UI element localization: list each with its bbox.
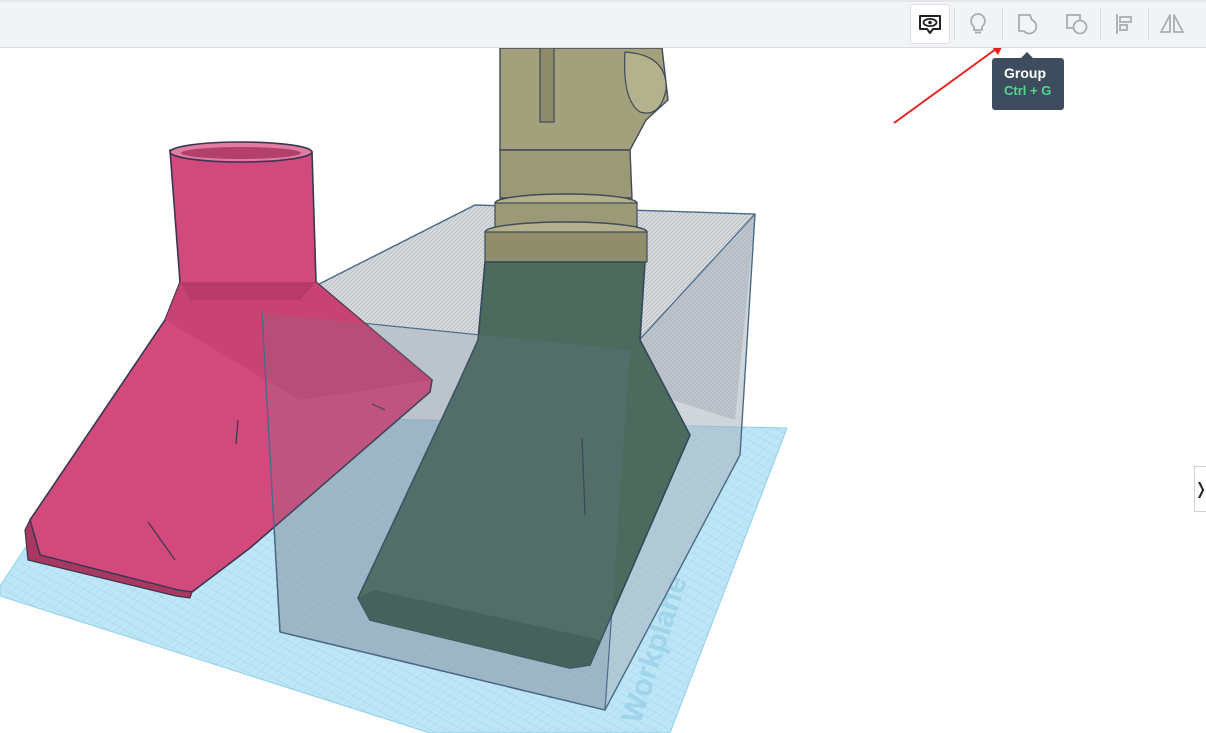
lightbulb-icon <box>970 13 986 34</box>
group-shapes-icon <box>1018 14 1038 35</box>
ungroup-button[interactable] <box>1056 4 1096 44</box>
toolbar-divider <box>1148 8 1149 40</box>
tooltip-shortcut: Ctrl + G <box>1004 83 1052 98</box>
viewport[interactable]: Workplane <box>0 48 1206 733</box>
mirror-icon <box>1160 14 1184 33</box>
show-all-button[interactable] <box>910 4 950 44</box>
chevron-right-icon: ❭ <box>1194 479 1206 499</box>
notes-button[interactable] <box>958 4 998 44</box>
align-icon <box>1116 14 1132 34</box>
eye-speech-icon <box>919 15 941 34</box>
toolbar-top-border <box>0 0 1206 2</box>
ungroup-shapes-icon <box>1066 14 1088 35</box>
mirror-button[interactable] <box>1152 4 1192 44</box>
tooltip-title: Group <box>1004 65 1046 81</box>
side-panel-toggle[interactable]: ❭ <box>1194 466 1206 512</box>
toolbar-divider <box>1100 8 1101 40</box>
toolbar <box>0 0 1206 48</box>
group-button[interactable] <box>1008 4 1048 44</box>
annotation-arrow <box>893 48 1002 124</box>
align-button[interactable] <box>1105 4 1145 44</box>
toolbar-divider <box>1002 8 1003 40</box>
group-tooltip: Group Ctrl + G <box>992 52 1064 110</box>
toolbar-divider <box>954 8 955 40</box>
